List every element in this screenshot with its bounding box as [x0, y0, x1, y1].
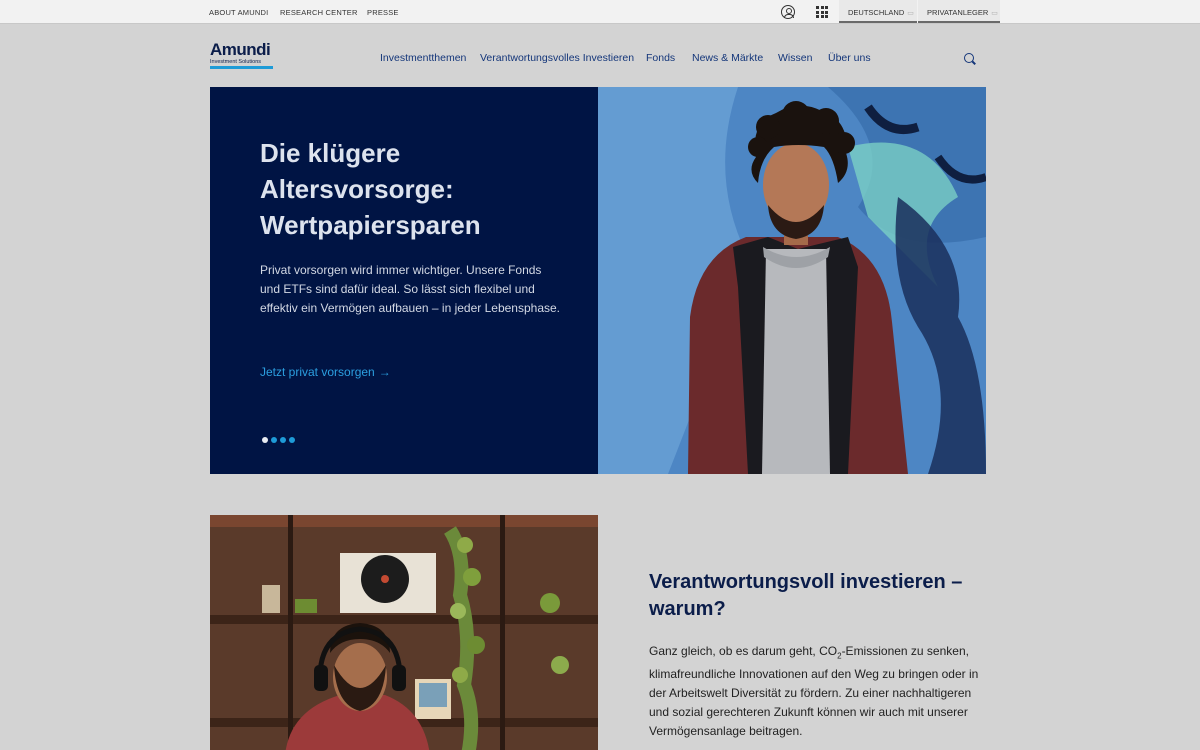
hero-text-panel: Die klügere Altersvorsorge: Wertpapiersp… [210, 87, 598, 474]
utility-bar: ABOUT AMUNDI RESEARCH CENTER PRESSE DEUT… [0, 0, 1200, 24]
arrow-right-icon: → [378, 365, 391, 379]
user-icon[interactable] [781, 5, 795, 19]
hero-carousel: Die klügere Altersvorsorge: Wertpapiersp… [210, 87, 986, 474]
about-amundi-link[interactable]: ABOUT AMUNDI [209, 8, 268, 17]
audience-selector[interactable]: PRIVATANLEGER ▭ [918, 0, 1000, 23]
hero-description: Privat vorsorgen wird immer wichtiger. U… [260, 263, 560, 315]
presse-link[interactable]: PRESSE [367, 8, 399, 17]
hero-title: Die klügere Altersvorsorge: Wertpapiersp… [260, 138, 481, 240]
nav-fonds[interactable]: Fonds [646, 52, 675, 64]
logo-tagline: Investment Solutions [210, 59, 262, 65]
search-icon[interactable] [964, 53, 974, 63]
nav-wissen[interactable]: Wissen [778, 52, 812, 64]
audience-selector-label: PRIVATANLEGER [927, 8, 989, 17]
country-selector[interactable]: DEUTSCHLAND ▭ [839, 0, 917, 23]
hero-photo [598, 87, 986, 474]
country-selector-label: DEUTSCHLAND [848, 8, 905, 17]
section-photo-illustration [210, 515, 598, 750]
logo-underline [210, 66, 273, 69]
nav-ueber-uns[interactable]: Über uns [828, 52, 871, 64]
carousel-dot-3[interactable] [280, 437, 286, 443]
section-text-part-1: Ganz gleich, ob es darum geht, CO [649, 644, 838, 658]
research-center-link[interactable]: RESEARCH CENTER [280, 8, 358, 17]
main-header: Amundi Investment Solutions Investmentth… [0, 24, 1200, 88]
hero-photo-illustration [598, 87, 986, 474]
nav-news-maerkte[interactable]: News & Märkte [692, 52, 763, 64]
amundi-logo[interactable]: Amundi Investment Solutions [210, 41, 274, 73]
carousel-dot-1[interactable] [262, 437, 268, 443]
nav-investmentthemen[interactable]: Investmentthemen [380, 52, 466, 64]
nav-verantwortungsvolles-investieren[interactable]: Verantwortungsvolles Investieren [480, 52, 634, 64]
logo-wordmark: Amundi [210, 40, 271, 59]
carousel-dots [262, 437, 295, 443]
hero-cta-link[interactable]: Jetzt privat vorsorgen → [260, 365, 391, 379]
chevron-icon: ▭ [991, 10, 998, 17]
carousel-dot-4[interactable] [289, 437, 295, 443]
chevron-icon: ▭ [907, 10, 914, 17]
section-text-part-2: -Emissionen zu senken, klimafreundliche … [649, 644, 979, 739]
section-title: Verantwortungsvoll investieren – warum? [649, 571, 963, 620]
apps-grid-icon[interactable] [816, 6, 828, 18]
hero-cta-label: Jetzt privat vorsorgen [260, 365, 375, 379]
carousel-dot-2[interactable] [271, 437, 277, 443]
section-photo [210, 515, 598, 750]
section-description: Ganz gleich, ob es darum geht, CO2-Emiss… [649, 642, 989, 741]
